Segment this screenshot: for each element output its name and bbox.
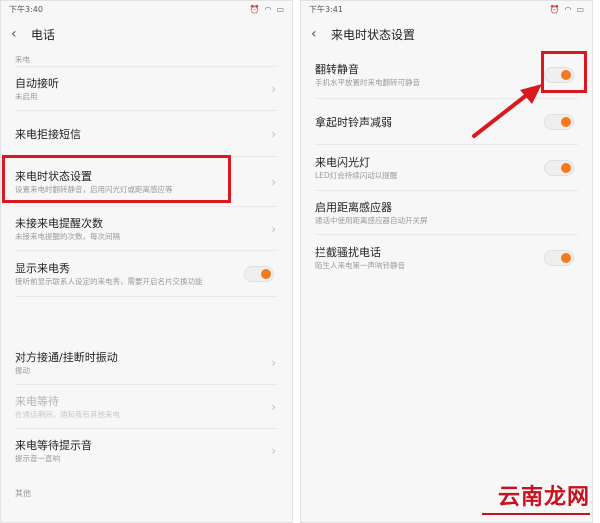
item-title: 翻转静音: [315, 63, 359, 76]
status-bar: 下午3:40 ⏰ ◠ ▭: [1, 1, 292, 17]
block-harassment-toggle[interactable]: [544, 250, 574, 266]
flash-alert-toggle[interactable]: [544, 160, 574, 176]
toggle-knob: [261, 269, 271, 279]
item-title: 拦截骚扰电话: [315, 246, 381, 259]
setting-call-waiting-tone[interactable]: 来电等待提示音 提示音一直响 ›: [1, 429, 292, 473]
watermark-logo: 云南龙网: [497, 484, 590, 510]
chevron-right-icon: ›: [271, 444, 276, 458]
item-title: 来电时状态设置: [15, 170, 92, 183]
item-title: 来电等待: [15, 395, 59, 408]
status-time: 下午3:41: [309, 4, 343, 14]
item-subtitle: 未启用: [15, 92, 38, 101]
setting-proximity-sensor[interactable]: 启用距离感应器 通话中使用距离感应器自动开关屏: [301, 191, 592, 235]
setting-show-call-show[interactable]: 显示来电秀 接听前显示联系人设定的来电秀，需要开启名片交换功能: [1, 251, 292, 297]
item-subtitle: 设置来电时翻转静音，启用闪光灯或距离感应等: [15, 185, 173, 194]
page-title: 来电时状态设置: [331, 27, 416, 42]
call-show-toggle[interactable]: [244, 266, 274, 282]
setting-vibrate-on-connect[interactable]: 对方接通/挂断时振动 振动 ›: [1, 341, 292, 385]
item-title: 来电闪光灯: [315, 156, 370, 169]
item-subtitle: 来电: [15, 54, 30, 64]
phone-left-call-settings: 下午3:40 ⏰ ◠ ▭ ‹ 电话 来电 自动接听 未启用 › 来电拒接短信 ›: [0, 0, 293, 523]
setting-missed-call-reminder[interactable]: 未接来电提醒次数 未接来电提醒的次数，每次间隔 ›: [1, 207, 292, 251]
chevron-left-icon[interactable]: ‹: [311, 26, 321, 42]
toggle-knob: [561, 70, 571, 80]
item-subtitle: 未接来电提醒的次数，每次间隔: [15, 232, 120, 241]
chevron-right-icon: ›: [271, 400, 276, 414]
item-title: 自动接听: [15, 77, 59, 90]
red-arrow-annotation: [472, 84, 542, 138]
section-header-blurred: [1, 297, 292, 341]
setting-reject-sms[interactable]: 来电拒接短信 ›: [1, 111, 292, 157]
item-title: 来电拒接短信: [15, 127, 81, 141]
battery-icon: ▭: [576, 4, 584, 14]
status-bar: 下午3:41 ⏰ ◠ ▭: [301, 1, 592, 17]
item-subtitle: 在通话期间，通知我有其他来电: [15, 410, 120, 419]
wifi-icon: ◠: [564, 4, 572, 14]
setting-call-waiting[interactable]: 来电等待 在通话期间，通知我有其他来电 ›: [1, 385, 292, 429]
chevron-right-icon: ›: [271, 356, 276, 370]
wifi-icon: ◠: [264, 4, 272, 14]
setting-flash-alert[interactable]: 来电闪光灯 LED灯会持续闪动以提醒: [301, 145, 592, 191]
screenshot-stage: 下午3:40 ⏰ ◠ ▭ ‹ 电话 来电 自动接听 未启用 › 来电拒接短信 ›: [0, 0, 600, 523]
item-subtitle: 振动: [15, 366, 30, 375]
setting-auto-answer[interactable]: 自动接听 未启用 ›: [1, 67, 292, 111]
toggle-knob: [561, 117, 571, 127]
phone-right-incoming-call-state: 下午3:41 ⏰ ◠ ▭ ‹ 来电时状态设置 翻转静音 手机水平放置时来电翻转可…: [300, 0, 593, 523]
toggle-knob: [561, 253, 571, 263]
title-bar: ‹ 来电时状态设置: [301, 17, 592, 51]
chevron-right-icon: ›: [271, 82, 276, 96]
item-subtitle: 陌生人来电第一声响铃静音: [315, 261, 405, 270]
battery-icon: ▭: [276, 4, 284, 14]
status-time: 下午3:40: [9, 4, 43, 14]
chevron-left-icon[interactable]: ‹: [11, 26, 21, 42]
setting-block-harassment[interactable]: 拦截骚扰电话 陌生人来电第一声响铃静音: [301, 235, 592, 281]
status-icons: ⏰ ◠ ▭: [249, 5, 284, 14]
chevron-right-icon: ›: [271, 175, 276, 189]
item-subtitle: 通话中使用距离感应器自动开关屏: [315, 216, 428, 225]
alarm-icon: ⏰: [249, 4, 260, 14]
chevron-right-icon: ›: [271, 127, 276, 141]
item-title: 显示来电秀: [15, 262, 70, 275]
chevron-right-icon: ›: [271, 222, 276, 236]
item-title: 启用距离感应器: [315, 201, 392, 214]
section-header-other: 其他: [15, 488, 31, 498]
item-subtitle: LED灯会持续闪动以提醒: [315, 171, 398, 180]
page-title: 电话: [31, 27, 56, 42]
watermark-underline: [482, 513, 590, 515]
item-title: 未接来电提醒次数: [15, 217, 103, 230]
title-bar: ‹ 电话: [1, 17, 292, 51]
status-icons: ⏰ ◠ ▭: [549, 5, 584, 14]
item-title: 来电等待提示音: [15, 439, 92, 452]
divider: [15, 296, 278, 297]
setting-incoming-call-state[interactable]: 来电时状态设置 设置来电时翻转静音，启用闪光灯或距离感应等 ›: [1, 157, 292, 207]
item-subtitle: 提示音一直响: [15, 454, 60, 463]
alarm-icon: ⏰: [549, 4, 560, 14]
toggle-knob: [561, 163, 571, 173]
item-subtitle: 接听前显示联系人设定的来电秀，需要开启名片交换功能: [15, 277, 203, 286]
item-title: 对方接通/挂断时振动: [15, 351, 118, 364]
list-item-cut: 来电: [1, 51, 292, 67]
